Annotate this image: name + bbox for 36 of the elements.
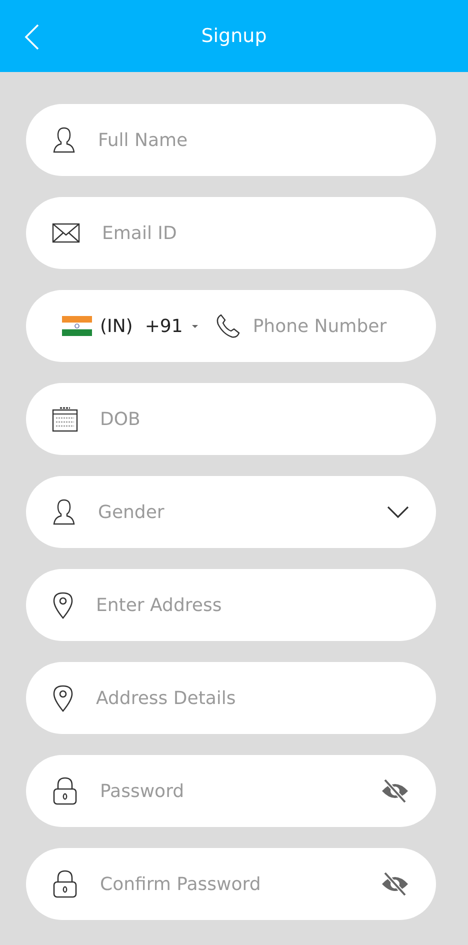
input-field[interactable]: Confirm Password (26, 848, 436, 920)
phone-icon (214, 313, 241, 339)
text-input[interactable]: Phone Number (252, 316, 410, 336)
input-field[interactable]: Enter Address (26, 569, 436, 641)
input-field[interactable]: Address Details (26, 662, 436, 734)
person-icon (52, 126, 76, 154)
chevron-down-icon[interactable] (386, 505, 410, 519)
input-field[interactable]: Full Name (26, 104, 436, 176)
lock-icon (52, 776, 78, 806)
eye-slash-icon[interactable] (380, 778, 410, 804)
text-input[interactable]: DOB (100, 408, 410, 430)
lock-icon (52, 869, 78, 899)
location-pin-icon (52, 591, 74, 619)
dropdown-field[interactable]: Gender (26, 476, 436, 548)
text-input[interactable]: Address Details (96, 688, 410, 708)
input-field[interactable]: DOB (26, 383, 436, 455)
text-input[interactable]: Password (100, 780, 372, 802)
input-field[interactable]: Password (26, 755, 436, 827)
input-field[interactable]: Email ID (26, 197, 436, 269)
text-input[interactable]: Enter Address (96, 594, 410, 616)
text-input[interactable]: Email ID (102, 222, 410, 244)
text-input[interactable]: Confirm Password (100, 874, 372, 894)
eye-slash-icon[interactable] (380, 871, 410, 897)
mail-icon (52, 223, 80, 243)
location-pin-icon (52, 684, 74, 712)
caret-icon[interactable] (190, 324, 199, 328)
person-icon (52, 498, 76, 526)
text-input[interactable]: Full Name (98, 130, 410, 150)
flag-icon (62, 316, 92, 336)
input-field[interactable]: (IN) +91 Phone Number (26, 290, 436, 362)
calendar-icon (52, 406, 78, 432)
text-input[interactable]: Gender (98, 502, 378, 522)
country-code[interactable]: (IN) (100, 316, 133, 336)
screen-title: Signup (201, 25, 267, 47)
dial-code[interactable]: +91 (144, 316, 183, 336)
back-icon (24, 24, 40, 50)
